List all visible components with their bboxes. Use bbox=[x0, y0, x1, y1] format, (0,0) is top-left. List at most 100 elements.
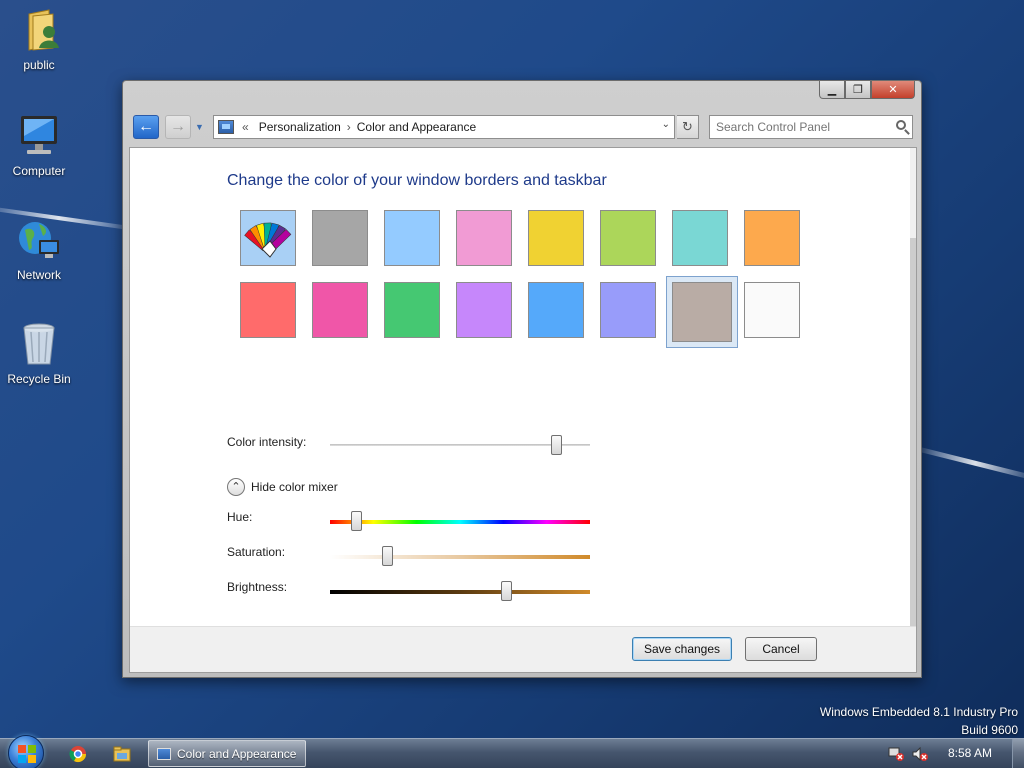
scrollbar-thumb[interactable] bbox=[910, 238, 916, 628]
search-box[interactable] bbox=[709, 115, 913, 139]
taskbar-window-color-and-appearance[interactable]: Color and Appearance bbox=[148, 740, 306, 767]
swatch-fill bbox=[601, 211, 655, 265]
color-swatch[interactable] bbox=[528, 210, 584, 266]
color-swatch[interactable] bbox=[240, 282, 296, 338]
windows-edition-watermark: Windows Embedded 8.1 Industry Pro Build … bbox=[820, 703, 1018, 739]
color-swatch[interactable] bbox=[456, 210, 512, 266]
save-changes-button[interactable]: Save changes bbox=[632, 637, 732, 661]
hue-thumb[interactable] bbox=[351, 511, 362, 531]
chrome-icon[interactable] bbox=[68, 744, 88, 764]
brightness-label: Brightness: bbox=[227, 580, 288, 594]
maximize-button[interactable]: ❐ bbox=[845, 81, 871, 99]
file-explorer-icon[interactable] bbox=[112, 744, 132, 764]
color-swatch[interactable] bbox=[666, 276, 738, 348]
hue-label: Hue: bbox=[227, 510, 253, 524]
search-input[interactable] bbox=[716, 120, 886, 134]
wallpaper-streak bbox=[911, 445, 1024, 482]
content-pane: Change the color of your window borders … bbox=[129, 147, 917, 673]
refresh-button[interactable]: ↻ bbox=[677, 115, 699, 139]
desktop-icon-computer[interactable]: Computer bbox=[0, 112, 78, 178]
back-button[interactable]: ← bbox=[133, 115, 159, 139]
desktop-icon-label: public bbox=[23, 58, 55, 72]
minimize-button[interactable]: ▁ bbox=[819, 81, 845, 99]
color-swatch[interactable] bbox=[384, 210, 440, 266]
swatch-fill bbox=[745, 283, 799, 337]
color-swatch[interactable] bbox=[312, 210, 368, 266]
address-bar[interactable]: « Personalization › Color and Appearance… bbox=[213, 115, 675, 139]
address-dropdown-icon[interactable]: ⌄ bbox=[662, 119, 670, 130]
desktop-icon-public[interactable]: public bbox=[0, 6, 78, 72]
color-swatch[interactable] bbox=[600, 282, 656, 338]
swatch-fill bbox=[313, 283, 367, 337]
taskbar: Color and Appearance 8:58 AM bbox=[0, 735, 1024, 768]
chevron-up-icon: ⌃ bbox=[227, 478, 245, 496]
swatch-fill bbox=[385, 211, 439, 265]
hide-color-mixer-label[interactable]: Hide color mixer bbox=[251, 480, 338, 494]
brightness-thumb[interactable] bbox=[501, 581, 512, 601]
refresh-icon: ↻ bbox=[682, 119, 693, 134]
hue-slider[interactable] bbox=[330, 511, 590, 531]
chevron-down-icon: ▼ bbox=[195, 122, 204, 132]
breadcrumb-separator[interactable]: › bbox=[347, 120, 351, 134]
minimize-icon: ▁ bbox=[827, 84, 837, 96]
color-swatch[interactable] bbox=[672, 210, 728, 266]
saturation-thumb[interactable] bbox=[382, 546, 393, 566]
start-button[interactable] bbox=[8, 735, 44, 768]
swatch-fill bbox=[673, 211, 727, 265]
color-appearance-window: ▁ ❐ ✕ ← → ▼ « Personalization › Color an… bbox=[122, 80, 922, 678]
breadcrumb-overflow[interactable]: « bbox=[242, 120, 249, 134]
swatch-fill bbox=[241, 211, 295, 265]
watermark-build: Build 9600 bbox=[961, 723, 1018, 737]
swatch-fill bbox=[313, 211, 367, 265]
desktop-icon-recycle-bin[interactable]: Recycle Bin bbox=[0, 320, 78, 386]
forward-arrow-icon: → bbox=[170, 118, 186, 135]
color-swatch[interactable] bbox=[384, 282, 440, 338]
color-swatch[interactable] bbox=[456, 282, 512, 338]
swatch-fill bbox=[529, 211, 583, 265]
recent-pages-button[interactable]: ▼ bbox=[195, 119, 207, 135]
brightness-slider[interactable] bbox=[330, 581, 590, 601]
close-icon: ✕ bbox=[888, 84, 898, 96]
network-warning-icon[interactable] bbox=[888, 747, 904, 761]
color-swatch[interactable] bbox=[744, 210, 800, 266]
swatch-fill bbox=[529, 283, 583, 337]
swatch-fill bbox=[745, 211, 799, 265]
search-icon[interactable] bbox=[896, 120, 906, 130]
color-swatch[interactable] bbox=[528, 282, 584, 338]
saturation-label: Saturation: bbox=[227, 545, 286, 559]
watermark-edition: Windows Embedded 8.1 Industry Pro bbox=[819, 705, 1018, 719]
color-intensity-label: Color intensity: bbox=[227, 435, 307, 449]
color-swatch[interactable] bbox=[744, 282, 800, 338]
color-palette-icon bbox=[244, 222, 292, 258]
desktop-icon-label: Recycle Bin bbox=[7, 372, 71, 386]
cancel-button[interactable]: Cancel bbox=[745, 637, 817, 661]
hide-color-mixer-toggle[interactable]: ⌃ Hide color mixer bbox=[227, 478, 338, 496]
breadcrumb-item-color-and-appearance[interactable]: Color and Appearance bbox=[357, 120, 476, 134]
computer-icon bbox=[15, 112, 63, 160]
breadcrumb-item-personalization[interactable]: Personalization bbox=[259, 120, 341, 134]
back-arrow-icon: ← bbox=[138, 118, 154, 135]
swatch-fill bbox=[241, 283, 295, 337]
volume-muted-icon[interactable] bbox=[912, 746, 928, 762]
desktop-icon-network[interactable]: Network bbox=[0, 216, 78, 282]
desktop-icon-label: Network bbox=[16, 268, 61, 282]
color-swatch[interactable] bbox=[600, 210, 656, 266]
desktop-icon-label: Computer bbox=[12, 164, 66, 178]
button-footer: Save changes Cancel bbox=[130, 626, 916, 672]
taskbar-clock[interactable]: 8:58 AM bbox=[948, 746, 992, 760]
show-desktop-button[interactable] bbox=[1012, 739, 1024, 768]
saturation-slider[interactable] bbox=[330, 546, 590, 566]
color-intensity-slider[interactable] bbox=[330, 435, 590, 455]
custom-color-swatch[interactable] bbox=[240, 210, 296, 266]
page-title: Change the color of your window borders … bbox=[227, 172, 607, 189]
forward-button[interactable]: → bbox=[165, 115, 191, 139]
control-panel-icon bbox=[218, 120, 234, 134]
close-button[interactable]: ✕ bbox=[871, 81, 915, 99]
swatch-fill bbox=[672, 282, 732, 342]
color-swatch[interactable] bbox=[312, 282, 368, 338]
swatch-fill bbox=[385, 283, 439, 337]
network-globe-icon bbox=[15, 216, 63, 264]
caption-buttons: ▁ ❐ ✕ bbox=[819, 81, 915, 99]
swatch-fill bbox=[457, 283, 511, 337]
color-intensity-thumb[interactable] bbox=[551, 435, 562, 455]
